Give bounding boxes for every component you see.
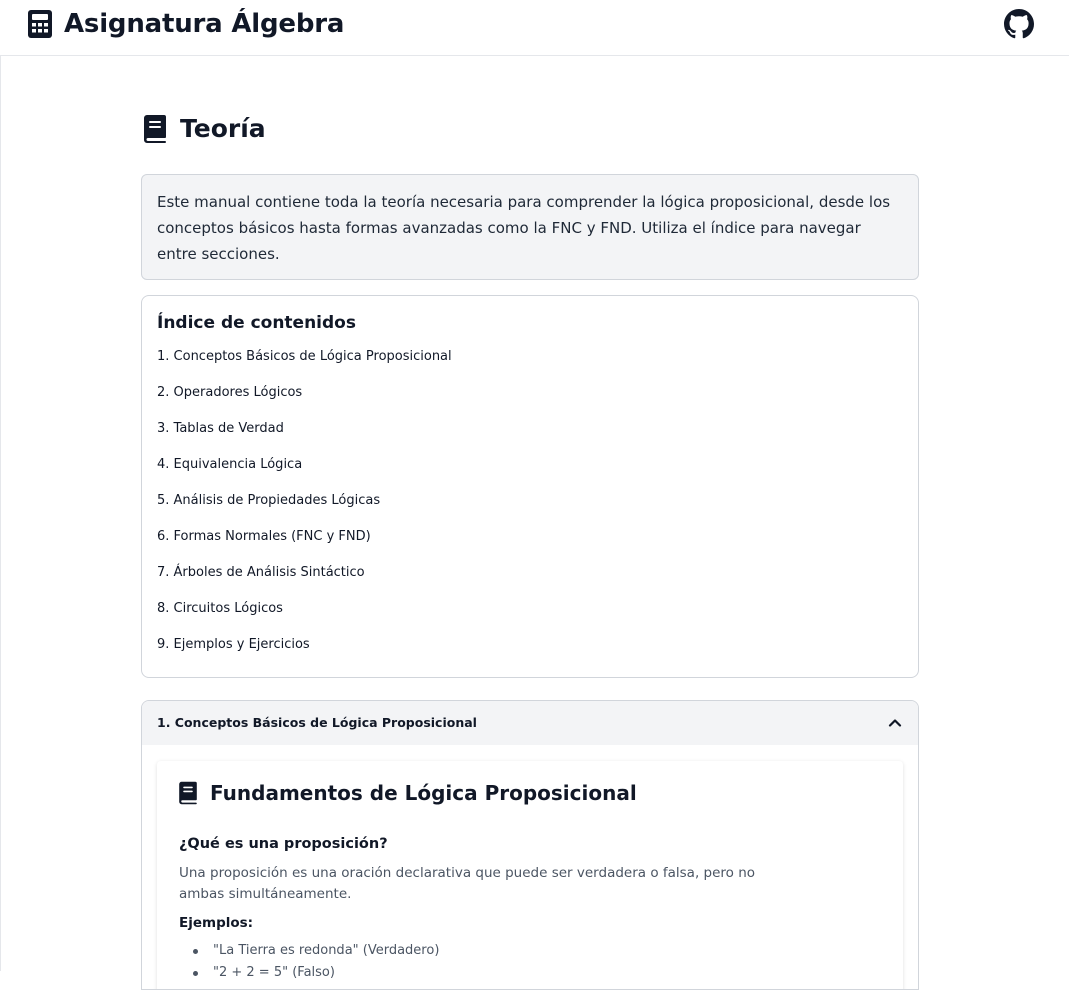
book-icon [144, 115, 166, 143]
card-description: Una proposición es una oración declarati… [179, 865, 756, 902]
examples-label: Ejemplos: [179, 915, 254, 931]
book-icon [179, 781, 197, 805]
chevron-up-icon[interactable] [886, 714, 904, 732]
github-icon[interactable] [1004, 9, 1034, 39]
list-item: "2 + 2 = 5" (Falso) [193, 963, 439, 985]
toc-title: Índice de contenidos [157, 313, 356, 333]
accordion-header-1[interactable]: 1. Conceptos Básicos de Lógica Proposici… [142, 701, 918, 745]
toc-item[interactable]: 4. Equivalencia Lógica [157, 456, 452, 492]
examples-list: "La Tierra es redonda" (Verdadero) "2 + … [193, 941, 439, 985]
toc-item[interactable]: 8. Circuitos Lógicos [157, 600, 452, 636]
toc-item[interactable]: 2. Operadores Lógicos [157, 384, 452, 420]
intro-text: Este manual contiene toda la teoría nece… [157, 193, 891, 263]
page-title-text: Teoría [180, 114, 266, 143]
table-of-contents: Índice de contenidos 1. Conceptos Básico… [141, 295, 919, 678]
calculator-icon [28, 10, 52, 38]
content-card: Fundamentos de Lógica Proposicional ¿Qué… [157, 761, 903, 989]
top-navbar: Asignatura Álgebra [0, 0, 1069, 56]
left-border [0, 56, 1, 971]
brand[interactable]: Asignatura Álgebra [27, 8, 344, 40]
card-title: Fundamentos de Lógica Proposicional [178, 779, 637, 807]
accordion-section-1: 1. Conceptos Básicos de Lógica Proposici… [141, 700, 919, 990]
toc-item[interactable]: 6. Formas Normales (FNC y FND) [157, 528, 452, 564]
card-subtitle: ¿Qué es una proposición? [179, 836, 388, 852]
card-title-text: Fundamentos de Lógica Proposicional [210, 781, 637, 805]
toc-item[interactable]: 7. Árboles de Análisis Sintáctico [157, 564, 452, 600]
page-title: Teoría [143, 112, 266, 146]
toc-item[interactable]: 5. Análisis de Propiedades Lógicas [157, 492, 452, 528]
intro-panel: Este manual contiene toda la teoría nece… [141, 174, 919, 280]
toc-item[interactable]: 9. Ejemplos y Ejercicios [157, 636, 452, 672]
toc-item[interactable]: 1. Conceptos Básicos de Lógica Proposici… [157, 348, 452, 384]
accordion-header-label: 1. Conceptos Básicos de Lógica Proposici… [157, 715, 477, 730]
toc-list: 1. Conceptos Básicos de Lógica Proposici… [157, 348, 452, 672]
toc-item[interactable]: 3. Tablas de Verdad [157, 420, 452, 456]
app-title: Asignatura Álgebra [64, 9, 345, 39]
list-item: "La Tierra es redonda" (Verdadero) [193, 941, 439, 963]
